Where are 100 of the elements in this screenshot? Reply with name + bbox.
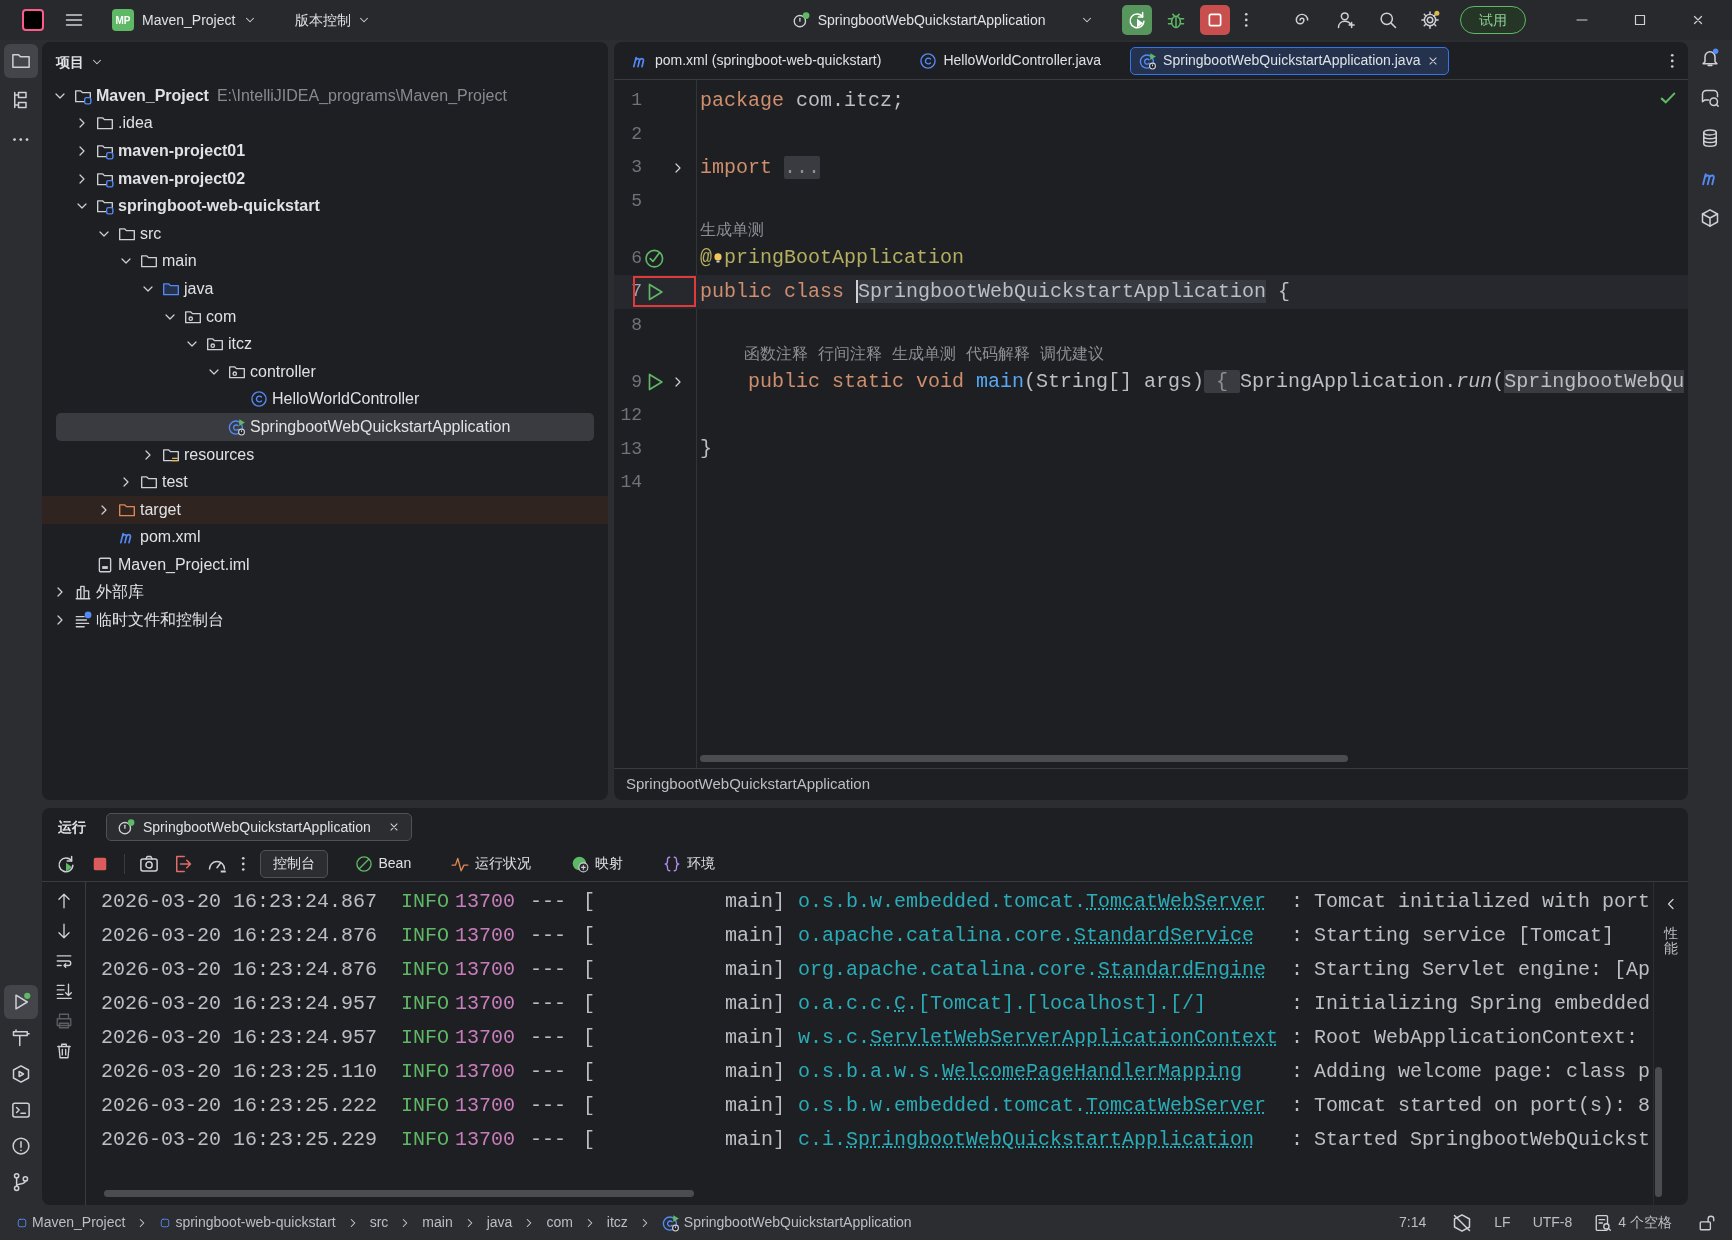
code-vision-link[interactable]: 代码解释 <box>966 341 1030 366</box>
run-tab[interactable]: SpringbootWebQuickstartApplication <box>106 813 412 841</box>
tree-item[interactable]: target <box>42 495 608 524</box>
tree-item[interactable]: java <box>42 275 608 303</box>
code-vision-link[interactable]: 函数注释 <box>744 341 808 366</box>
tree-item[interactable]: test <box>42 468 608 496</box>
code-vision-link[interactable]: 生成单测 <box>700 217 764 242</box>
tree-item[interactable]: 外部库 <box>42 578 608 607</box>
tree-item[interactable]: com <box>42 302 608 331</box>
tree-item[interactable]: main <box>42 247 608 276</box>
more-icon[interactable] <box>241 855 246 872</box>
tree-item[interactable]: pom.xml <box>42 523 608 552</box>
folder-icon <box>11 51 31 71</box>
tree-item[interactable]: Maven_Project E:\IntelliJIDEA_programs\Maven_Project <box>42 82 608 110</box>
more-icon[interactable] <box>1669 52 1674 69</box>
scroll-to-end-icon[interactable] <box>54 982 73 1000</box>
lightbulb-icon[interactable] <box>712 252 724 265</box>
tree-item[interactable]: itcz <box>42 330 608 358</box>
code-vision-link[interactable]: 调优建议 <box>1040 341 1104 366</box>
bell-icon[interactable] <box>1700 48 1720 68</box>
view-tab[interactable]: Bean <box>341 849 425 878</box>
project-view-selector[interactable]: 项目 <box>56 50 104 74</box>
breadcrumb[interactable]: SpringbootWebQuickstartApplication <box>626 773 871 796</box>
line-number: 14 <box>619 471 642 495</box>
breadcrumb-item[interactable]: java <box>486 1212 513 1233</box>
rerun-icon[interactable] <box>56 853 76 874</box>
run-config-icon <box>117 818 135 836</box>
logger-link[interactable]: WelcomePageHandlerMapping <box>942 1060 1243 1083</box>
code-vision-link[interactable]: 生成单测 <box>892 341 956 366</box>
tree-item[interactable]: maven-project01 <box>42 137 608 165</box>
soft-wrap-icon[interactable] <box>54 952 73 970</box>
run-config-icon <box>791 11 810 29</box>
logger-link[interactable]: SpringbootWebQuickstartApplication <box>846 1128 1255 1151</box>
class-icon <box>250 390 268 409</box>
logger-link[interactable]: StandardService <box>1074 924 1255 947</box>
tree-item[interactable]: controller <box>42 357 608 386</box>
rerun-button[interactable] <box>1121 5 1152 35</box>
add-user-icon[interactable] <box>1336 10 1356 30</box>
project-selector[interactable]: MP Maven_Project <box>106 5 264 35</box>
breadcrumb-item[interactable]: main <box>422 1212 453 1233</box>
side-tab[interactable]: 性能 <box>1664 926 1678 957</box>
breadcrumb-item[interactable]: Maven_Project <box>16 1212 126 1233</box>
project-path: E:\IntelliJIDEA_programs\Maven_Project <box>216 85 507 106</box>
printer-icon[interactable] <box>54 1012 73 1030</box>
code-vision-link[interactable]: 行间注释 <box>818 341 882 366</box>
tree-item[interactable]: SpringbootWebQuickstartApplication <box>56 413 594 441</box>
view-tab[interactable]: 控制台 <box>259 849 328 878</box>
logger-link[interactable]: TomcatWebServer <box>1086 890 1267 913</box>
class-icon <box>1139 51 1158 70</box>
breadcrumb-item[interactable]: itcz <box>606 1212 628 1233</box>
editor-tab[interactable]: pom.xml (springboot-web-quickstart) <box>622 46 891 75</box>
database-icon[interactable] <box>1700 128 1720 148</box>
editor-tab[interactable]: SpringbootWebQuickstartApplication.java <box>1130 46 1450 75</box>
vcs-menu[interactable]: 版本控制 <box>289 5 378 35</box>
stop-button[interactable] <box>1199 5 1230 35</box>
run-configuration-selector[interactable]: SpringbootWebQuickstartApplication <box>785 5 1100 35</box>
breadcrumb-item[interactable]: SpringbootWebQuickstartApplication <box>661 1212 912 1233</box>
line-number: 12 <box>619 404 642 428</box>
app-logo-icon[interactable] <box>22 9 44 31</box>
tree-item[interactable]: 临时文件和控制台 <box>42 606 608 634</box>
tree-item[interactable]: resources <box>42 440 608 469</box>
library-icon <box>74 583 92 602</box>
indent-setting[interactable]: 4 个空格 <box>1594 1212 1672 1233</box>
tree-item[interactable]: .idea <box>42 109 608 138</box>
trial-button[interactable]: 试用 <box>1460 6 1526 34</box>
chat-icon[interactable] <box>1700 88 1720 108</box>
view-tab[interactable]: 运行状况 <box>438 849 545 878</box>
maximize-icon[interactable] <box>1632 12 1648 28</box>
editor-tab[interactable]: HelloWorldController.java <box>910 46 1111 75</box>
bean-check-icon[interactable] <box>644 247 666 270</box>
tree-item[interactable]: springboot-web-quickstart <box>42 192 608 220</box>
tool-window-button[interactable] <box>4 985 38 1019</box>
logger-link[interactable]: StandardEngine <box>1098 958 1267 981</box>
tree-item[interactable]: Maven_Project.iml <box>42 551 608 579</box>
breadcrumb-item[interactable]: springboot-web-quickstart <box>159 1212 336 1233</box>
tree-item[interactable]: src <box>42 219 608 248</box>
horizontal-scrollbar[interactable] <box>104 1190 694 1197</box>
breadcrumb-item[interactable]: com <box>546 1212 573 1233</box>
breadcrumb-item[interactable]: src <box>369 1212 389 1233</box>
search-icon[interactable] <box>1378 10 1398 30</box>
more-icon[interactable] <box>1243 12 1248 28</box>
logger-link[interactable]: ServletWebServerApplicationContext <box>870 1026 1279 1049</box>
logger-link[interactable]: TomcatWebServer <box>1086 1094 1267 1117</box>
tree-item[interactable]: maven-project02 <box>42 164 608 193</box>
view-tab[interactable]: 环境 <box>650 849 729 878</box>
logger-link[interactable]: C <box>894 992 907 1015</box>
lock-icon[interactable] <box>1698 1213 1716 1232</box>
tree-item[interactable]: HelloWorldController <box>42 385 608 414</box>
settings-icon[interactable] <box>1420 10 1440 30</box>
vertical-scrollbar[interactable] <box>1655 1067 1662 1197</box>
trash-icon[interactable] <box>54 1042 73 1060</box>
cursor-position[interactable]: 7:14 <box>1399 1212 1427 1233</box>
line-ending[interactable]: LF <box>1494 1212 1511 1233</box>
view-tab[interactable]: 映射 <box>558 849 637 878</box>
cube-icon[interactable] <box>1700 208 1720 228</box>
exit-icon[interactable] <box>173 853 193 874</box>
tool-window-button[interactable] <box>4 44 38 78</box>
encoding[interactable]: UTF-8 <box>1532 1212 1573 1233</box>
horizontal-scrollbar[interactable] <box>700 755 1348 762</box>
camera-icon[interactable] <box>139 853 159 874</box>
